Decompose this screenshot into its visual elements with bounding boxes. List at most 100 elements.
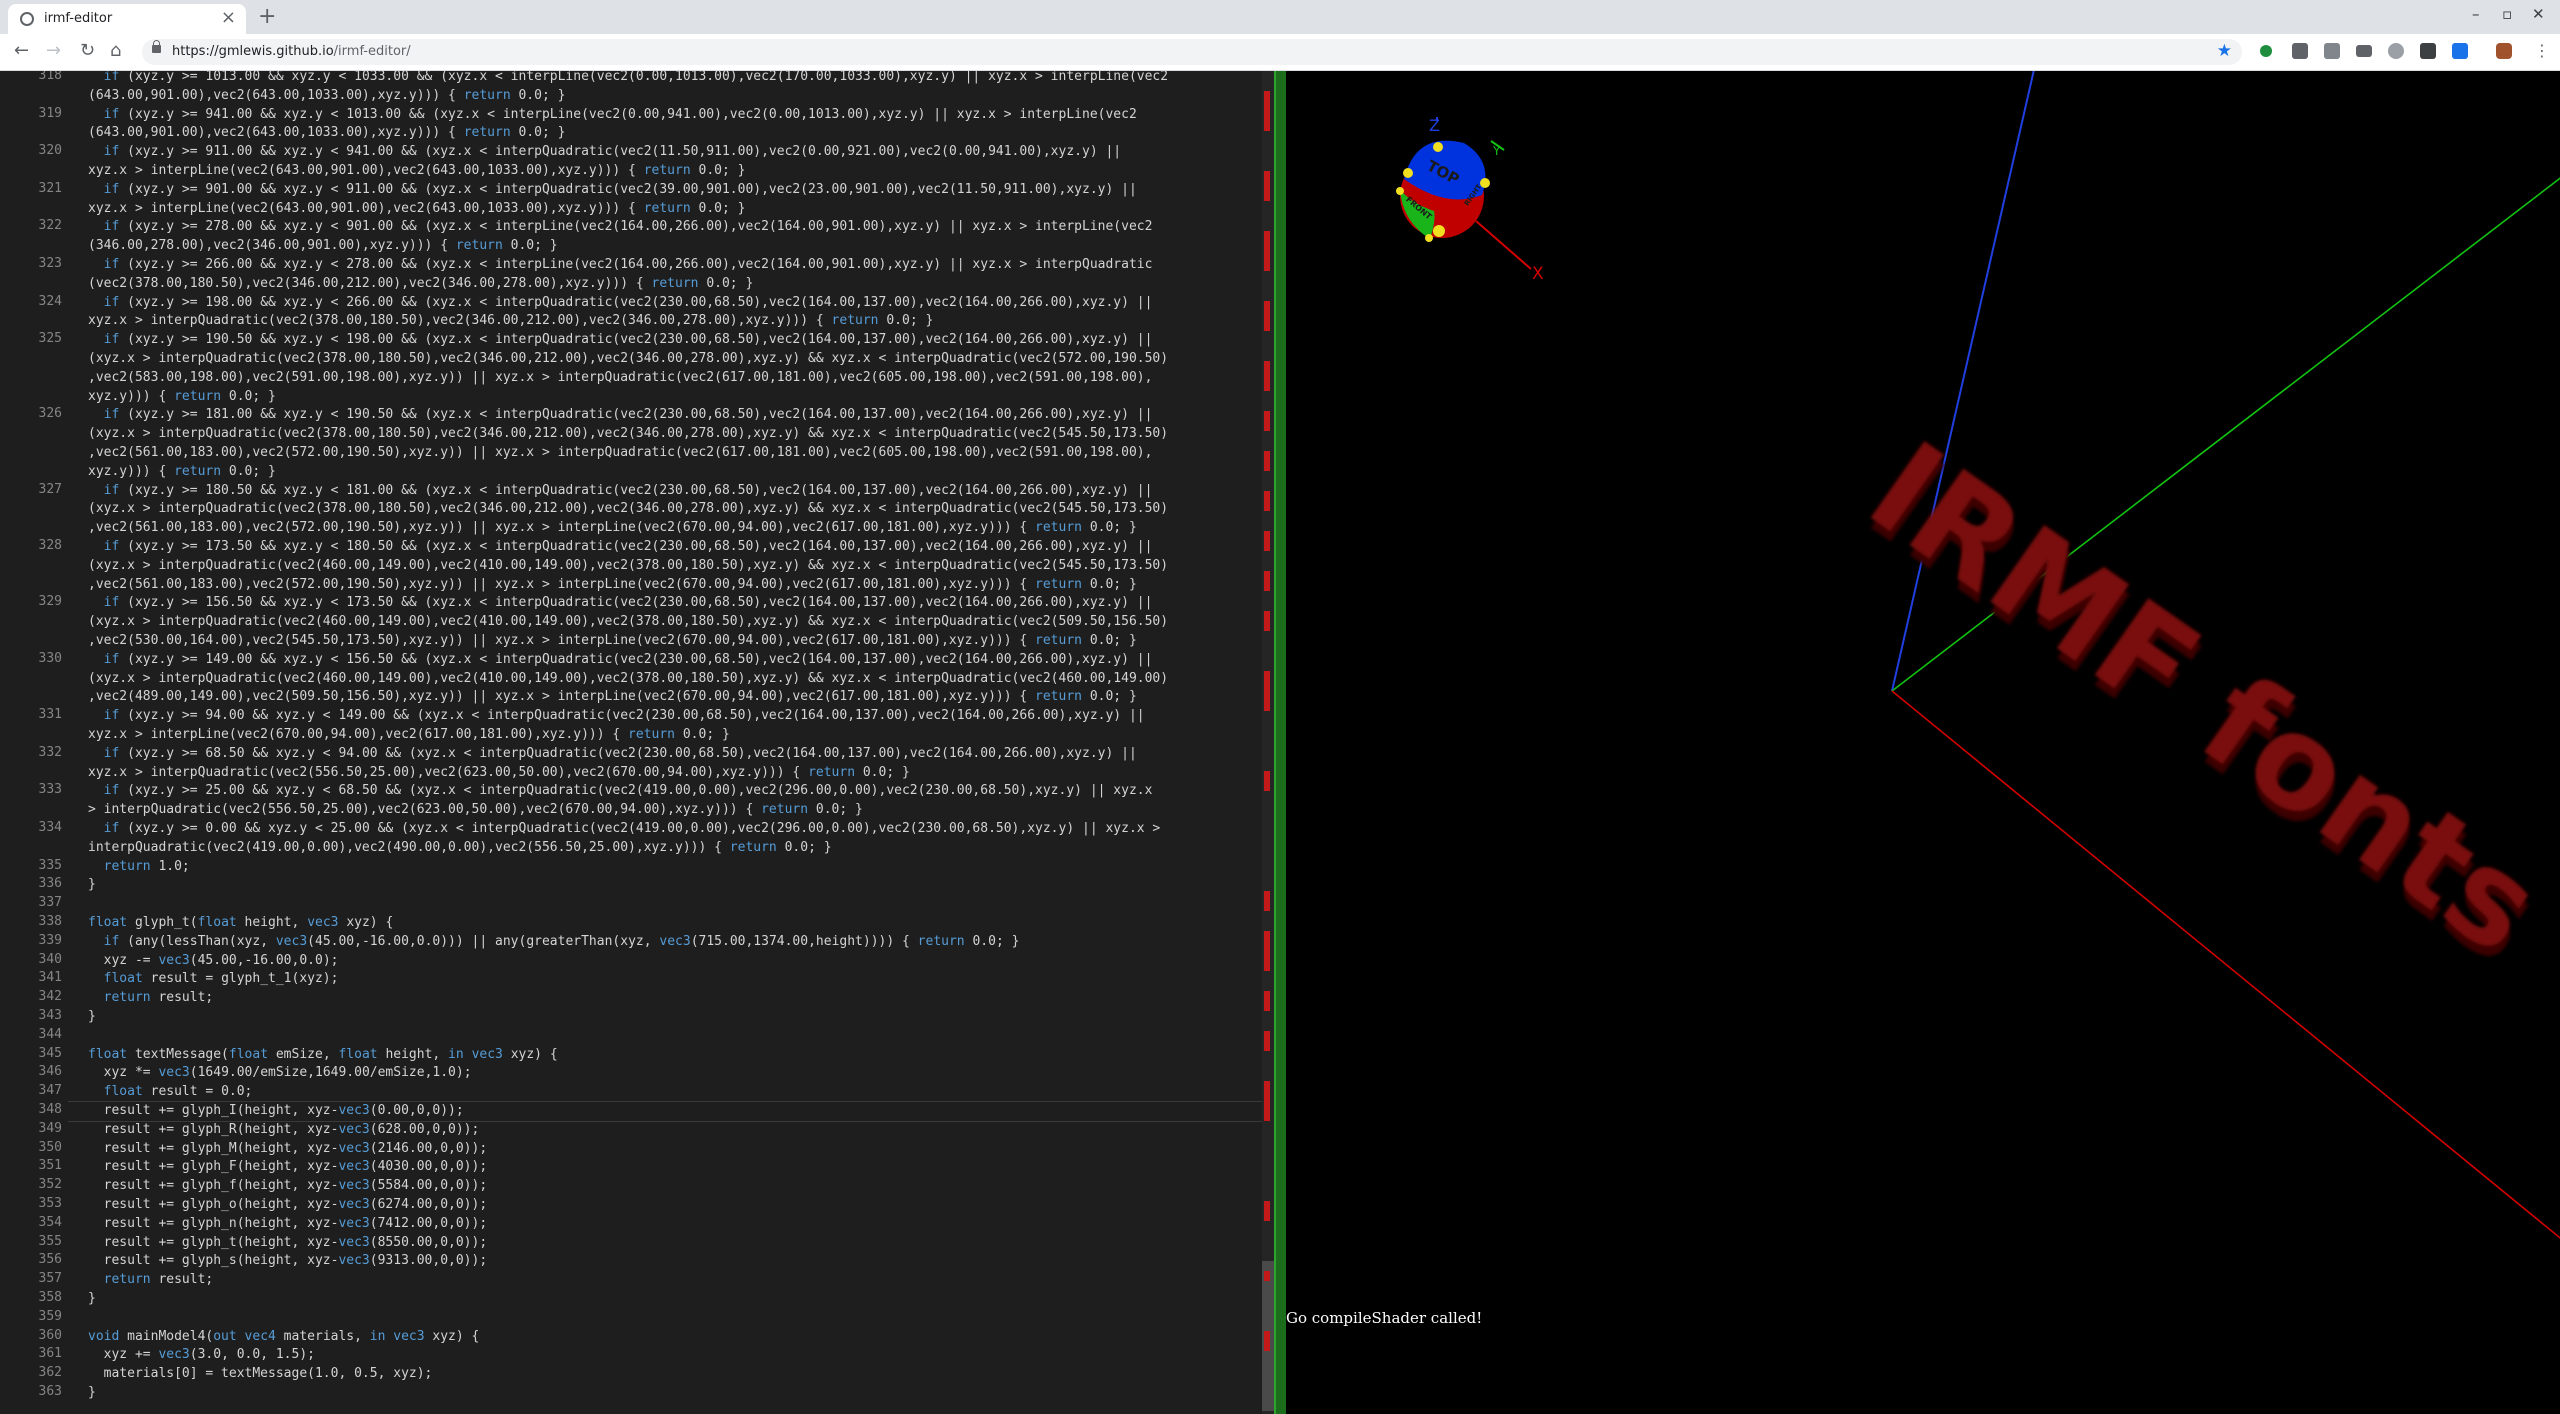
code-line[interactable]: if (xyz.y >= 0.00 && xyz.y < 25.00 && (x… [88, 820, 1258, 839]
scene-canvas[interactable]: IRMF fonts IRMF fonts TOP FRONT RIGHT Z … [1286, 71, 2560, 1414]
error-marker[interactable] [1264, 611, 1270, 631]
code-line[interactable]: if (xyz.y >= 25.00 && xyz.y < 68.50 && (… [88, 782, 1258, 801]
code-line[interactable]: ,vec2(489.00,149.00),vec2(509.50,156.50)… [88, 688, 1258, 707]
code-line[interactable]: (643.00,901.00),vec2(643.00,1033.00),xyz… [88, 87, 1258, 106]
code-line[interactable]: if (xyz.y >= 266.00 && xyz.y < 278.00 &&… [88, 256, 1258, 275]
back-button[interactable]: ← [14, 40, 29, 62]
error-marker[interactable] [1264, 571, 1270, 591]
code-editor[interactable]: 318 319 320 321 322 323 324 325 326 327 328 329 330 3… [0, 71, 1270, 1414]
reload-button[interactable]: ↻ [80, 40, 95, 62]
code-line[interactable]: interpQuadratic(vec2(419.00,0.00),vec2(4… [88, 839, 1258, 858]
code-line[interactable]: return result; [88, 989, 1258, 1008]
code-line[interactable]: if (xyz.y >= 911.00 && xyz.y < 941.00 &&… [88, 143, 1258, 162]
forward-button[interactable]: → [46, 40, 61, 62]
code-line[interactable]: float result = glyph_t_1(xyz); [88, 970, 1258, 989]
code-line[interactable]: xyz.x > interpLine(vec2(643.00,901.00),v… [88, 200, 1258, 219]
code-line[interactable]: if (any(lessThan(xyz, vec3(45.00,-16.00,… [88, 933, 1258, 952]
extension-icon[interactable] [2260, 45, 2272, 57]
code-line[interactable]: (xyz.x > interpQuadratic(vec2(460.00,149… [88, 557, 1258, 576]
error-marker[interactable] [1264, 991, 1270, 1011]
code-line[interactable]: result += glyph_n(height, xyz-vec3(7412.… [88, 1215, 1258, 1234]
code-line[interactable]: result += glyph_f(height, xyz-vec3(5584.… [88, 1177, 1258, 1196]
code-line[interactable]: if (xyz.y >= 94.00 && xyz.y < 149.00 && … [88, 707, 1258, 726]
render-viewport[interactable]: IRMF fonts IRMF fonts TOP FRONT RIGHT Z … [1286, 71, 2560, 1414]
code-line[interactable]: (xyz.x > interpQuadratic(vec2(378.00,180… [88, 500, 1258, 519]
orientation-cube[interactable]: TOP FRONT RIGHT Z Y X [1396, 116, 1544, 284]
code-line[interactable]: result += glyph_s(height, xyz-vec3(9313.… [88, 1252, 1258, 1271]
code-line[interactable]: float glyph_t(float height, vec3 xyz) { [88, 914, 1258, 933]
tab-close-button[interactable]: × [221, 8, 236, 28]
error-marker[interactable] [1264, 231, 1270, 271]
code-line[interactable]: ,vec2(561.00,183.00),vec2(572.00,190.50)… [88, 444, 1258, 463]
code-line[interactable]: result += glyph_M(height, xyz-vec3(2146.… [88, 1140, 1258, 1159]
code-line[interactable]: xyz.x > interpQuadratic(vec2(556.50,25.0… [88, 764, 1258, 783]
code-line[interactable]: (xyz.x > interpQuadratic(vec2(378.00,180… [88, 425, 1258, 444]
error-marker[interactable] [1264, 1031, 1270, 1051]
extension-icon[interactable] [2324, 43, 2340, 59]
code-line[interactable]: xyz.x > interpLine(vec2(670.00,94.00),ve… [88, 726, 1258, 745]
code-line[interactable]: xyz -= vec3(45.00,-16.00,0.0); [88, 952, 1258, 971]
code-line[interactable]: xyz.y))) { return 0.0; } [88, 463, 1258, 482]
code-line[interactable]: (xyz.x > interpQuadratic(vec2(460.00,149… [88, 613, 1258, 632]
code-line[interactable]: } [88, 876, 1258, 895]
code-line[interactable]: float result = 0.0; [88, 1083, 1258, 1102]
error-marker[interactable] [1264, 171, 1270, 201]
menu-icon[interactable]: ⋮ [2534, 40, 2550, 62]
browser-tab[interactable]: irmf-editor × [8, 4, 246, 34]
code-line[interactable]: result += glyph_t(height, xyz-vec3(8550.… [88, 1234, 1258, 1253]
avatar[interactable] [2496, 43, 2512, 59]
code-area[interactable]: if (xyz.y >= 1013.00 && xyz.y < 1033.00 … [88, 71, 1253, 1414]
close-window-button[interactable]: ✕ [2532, 5, 2545, 23]
code-line[interactable]: ,vec2(530.00,164.00),vec2(545.50,173.50)… [88, 632, 1258, 651]
error-marker[interactable] [1264, 491, 1270, 511]
error-marker[interactable] [1264, 361, 1270, 391]
code-line[interactable]: result += glyph_R(height, xyz-vec3(628.0… [88, 1121, 1258, 1140]
code-line[interactable]: if (xyz.y >= 180.50 && xyz.y < 181.00 &&… [88, 482, 1258, 501]
extension-icon[interactable] [2388, 43, 2404, 59]
error-marker[interactable] [1264, 301, 1270, 331]
error-marker[interactable] [1264, 91, 1270, 131]
maximize-button[interactable]: ▫ [2502, 5, 2512, 23]
code-line[interactable]: if (xyz.y >= 901.00 && xyz.y < 911.00 &&… [88, 181, 1258, 200]
error-marker[interactable] [1264, 891, 1270, 911]
extension-icon[interactable] [2292, 43, 2308, 59]
code-line[interactable]: xyz *= vec3(1649.00/emSize,1649.00/emSiz… [88, 1064, 1258, 1083]
code-line[interactable]: float textMessage(float emSize, float he… [88, 1046, 1258, 1065]
code-line[interactable]: if (xyz.y >= 68.50 && xyz.y < 94.00 && (… [88, 745, 1258, 764]
code-line[interactable]: return result; [88, 1271, 1258, 1290]
code-line[interactable]: result += glyph_F(height, xyz-vec3(4030.… [88, 1158, 1258, 1177]
error-marker[interactable] [1264, 771, 1270, 791]
code-line[interactable]: if (xyz.y >= 156.50 && xyz.y < 173.50 &&… [88, 594, 1258, 613]
code-line[interactable]: result += glyph_I(height, xyz-vec3(0.00,… [88, 1102, 1258, 1121]
code-line[interactable]: if (xyz.y >= 149.00 && xyz.y < 156.50 &&… [88, 651, 1258, 670]
code-line[interactable]: if (xyz.y >= 190.50 && xyz.y < 198.00 &&… [88, 331, 1258, 350]
error-marker[interactable] [1264, 1081, 1270, 1121]
error-marker[interactable] [1264, 671, 1270, 711]
url-text[interactable]: https://gmlewis.github.io/irmf-editor/ [172, 44, 411, 59]
home-button[interactable]: ⌂ [110, 40, 121, 62]
extension-icon[interactable] [2420, 43, 2436, 59]
code-line[interactable]: if (xyz.y >= 278.00 && xyz.y < 901.00 &&… [88, 218, 1258, 237]
bookmark-star-icon[interactable]: ★ [2217, 41, 2232, 61]
code-line[interactable]: ,vec2(561.00,183.00),vec2(572.00,190.50)… [88, 576, 1258, 595]
extension-icon[interactable] [2452, 43, 2468, 59]
error-marker[interactable] [1264, 531, 1270, 551]
code-line[interactable]: } [88, 1290, 1258, 1309]
code-line[interactable]: > interpQuadratic(vec2(556.50,25.00),vec… [88, 801, 1258, 820]
code-line[interactable]: if (xyz.y >= 173.50 && xyz.y < 180.50 &&… [88, 538, 1258, 557]
code-line[interactable]: result += glyph_o(height, xyz-vec3(6274.… [88, 1196, 1258, 1215]
code-line[interactable]: return 1.0; [88, 858, 1258, 877]
code-line[interactable]: (xyz.x > interpQuadratic(vec2(460.00,149… [88, 670, 1258, 689]
code-line[interactable]: xyz.x > interpQuadratic(vec2(378.00,180.… [88, 312, 1258, 331]
code-line[interactable]: (643.00,901.00),vec2(643.00,1033.00),xyz… [88, 124, 1258, 143]
code-line[interactable]: xyz.x > interpLine(vec2(643.00,901.00),v… [88, 162, 1258, 181]
code-line[interactable]: if (xyz.y >= 1013.00 && xyz.y < 1033.00 … [88, 71, 1258, 87]
code-line[interactable]: (vec2(378.00,180.50),vec2(346.00,212.00)… [88, 275, 1258, 294]
error-marker[interactable] [1264, 451, 1270, 471]
error-marker[interactable] [1264, 931, 1270, 971]
editor-scrollbar[interactable] [1262, 71, 1274, 1414]
code-line[interactable]: } [88, 1008, 1258, 1027]
pane-divider[interactable] [1274, 71, 1286, 1414]
error-marker[interactable] [1264, 1201, 1270, 1221]
code-line[interactable]: xyz += vec3(3.0, 0.0, 1.5); [88, 1346, 1258, 1365]
